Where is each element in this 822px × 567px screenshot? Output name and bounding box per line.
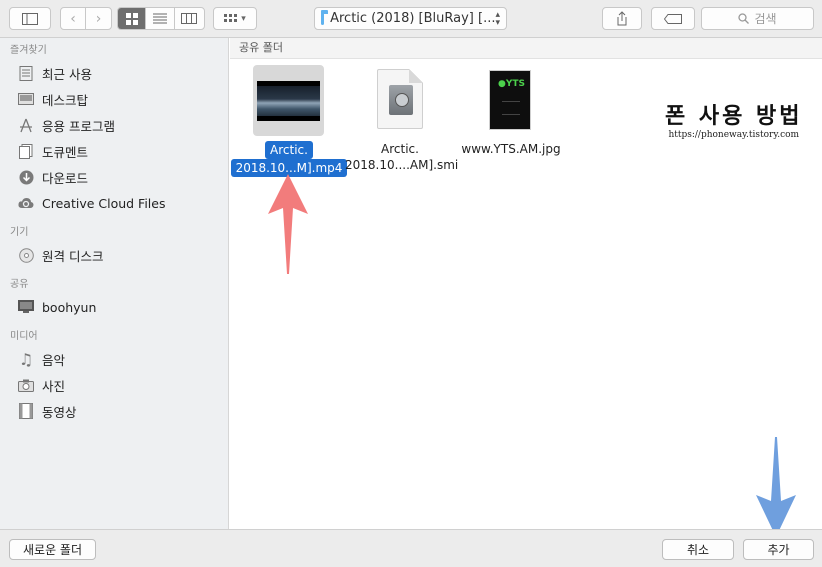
tags-button[interactable] (651, 7, 695, 30)
path-popup-button[interactable]: Arctic (2018) [BluRay] [... ▴ ▾ (314, 7, 507, 30)
path-label: Arctic (2018) [BluRay] [... (330, 11, 496, 26)
file-name-block: www.YTS.AM.jpg (456, 141, 566, 157)
document-icon (377, 69, 423, 129)
sidebar: 즐겨찾기 최근 사용 데스크탑 응용 프로그램 도큐멘트 다운로드 Creati… (0, 38, 229, 529)
creative-cloud-icon (18, 195, 34, 211)
sidebar-item-label: 데스크탑 (42, 92, 89, 108)
file-name-line1: Arctic. (265, 141, 313, 159)
nav-buttons: ‹ › (60, 7, 112, 30)
sidebar-item-documents[interactable]: 도큐멘트 (0, 138, 228, 164)
file-name-line2: 2018.10....AM].smi (345, 158, 459, 172)
movies-icon (18, 403, 34, 419)
sidebar-item-downloads[interactable]: 다운로드 (0, 164, 228, 190)
sidebar-item-recents[interactable]: 최근 사용 (0, 60, 228, 86)
bottom-bar: 새로운 폴더 취소 추가 (0, 529, 822, 567)
column-view-button[interactable] (175, 8, 204, 29)
sidebar-item-creative-cloud[interactable]: Creative Cloud Files (0, 190, 228, 216)
sidebar-heading-media: 미디어 (10, 331, 38, 342)
sidebar-item-remote-disc[interactable]: 원격 디스크 (0, 242, 228, 268)
sidebar-item-boohyun[interactable]: boohyun (0, 294, 228, 320)
downloads-icon (18, 169, 34, 185)
recents-icon (18, 65, 34, 81)
yts-logo-icon: ●YTS (498, 79, 525, 89)
sidebar-item-label: 원격 디스크 (42, 248, 104, 264)
file-item-jpg[interactable]: ●YTS www.YTS.AM.jpg (456, 38, 566, 178)
sidebar-item-music[interactable]: ♫ 음악 (0, 346, 228, 372)
video-thumbnail (257, 81, 320, 121)
toolbar: ‹ › ▾ Arctic (2018) [BluRay] [... ▴ ▾ 검색 (0, 0, 822, 38)
file-name-block: Arctic. 2018.10....AM].smi (345, 141, 459, 173)
sidebar-item-applications[interactable]: 응용 프로그램 (0, 112, 228, 138)
tag-icon (664, 13, 682, 24)
desktop-icon (18, 91, 34, 107)
file-name-line1: Arctic. (381, 142, 419, 156)
columns-icon (181, 13, 198, 24)
share-button[interactable] (602, 7, 642, 30)
image-thumbnail: ●YTS (489, 70, 531, 130)
sidebar-item-label: 다운로드 (42, 170, 89, 186)
group-grid-icon (224, 13, 238, 22)
watermark: 폰 사용 방법 https://phoneway.tistory.com (665, 98, 803, 140)
chevron-updown-icon: ▴ ▾ (495, 9, 500, 28)
sidebar-item-label: 동영상 (42, 404, 77, 420)
group-dropdown-button[interactable]: ▾ (213, 7, 257, 30)
documents-icon (18, 143, 34, 159)
sidebar-item-label: boohyun (42, 299, 97, 315)
sidebar-item-label: 최근 사용 (42, 66, 92, 82)
sidebar-item-label: 도큐멘트 (42, 144, 89, 160)
sidebar-item-movies[interactable]: 동영상 (0, 398, 228, 424)
new-folder-button[interactable]: 새로운 폴더 (9, 539, 96, 560)
back-button[interactable]: ‹ (61, 8, 87, 29)
search-field[interactable]: 검색 (701, 7, 814, 30)
computer-icon (18, 299, 34, 315)
camera-icon (18, 377, 34, 393)
add-button[interactable]: 추가 (743, 539, 814, 560)
sidebar-heading-devices: 기기 (10, 227, 29, 238)
search-icon (738, 13, 750, 24)
chevron-down-icon: ▾ (241, 13, 246, 24)
icon-view-button[interactable] (118, 8, 147, 29)
remote-disc-icon (18, 247, 34, 263)
blue-arrow-down-icon (756, 437, 796, 537)
list-icon (153, 13, 168, 24)
view-mode-segment (117, 7, 205, 30)
disk-utility-icon (389, 85, 413, 115)
chevron-right-icon: › (95, 10, 102, 27)
chevron-left-icon: ‹ (70, 10, 76, 27)
cancel-button[interactable]: 취소 (662, 539, 734, 560)
sidebar-item-label: 음악 (42, 352, 66, 368)
sidebar-icon (22, 12, 38, 25)
sidebar-item-desktop[interactable]: 데스크탑 (0, 86, 228, 112)
file-item-smi[interactable]: Arctic. 2018.10....AM].smi (345, 38, 459, 178)
music-icon: ♫ (18, 349, 34, 369)
grid-icon (125, 12, 138, 25)
file-item-mp4[interactable]: Arctic. 2018.10...M].mp4 (230, 38, 348, 178)
file-name-line1: www.YTS.AM.jpg (461, 142, 561, 156)
sidebar-item-label: 응용 프로그램 (42, 118, 115, 134)
sidebar-item-label: Creative Cloud Files (42, 195, 166, 211)
search-placeholder: 검색 (754, 12, 777, 26)
applications-icon (18, 117, 34, 133)
sidebar-item-photos[interactable]: 사진 (0, 372, 228, 398)
forward-button[interactable]: › (86, 8, 111, 29)
sidebar-heading-favorites: 즐겨찾기 (10, 45, 47, 56)
share-icon (617, 11, 627, 26)
sidebar-toggle-button[interactable] (9, 7, 51, 30)
list-view-button[interactable] (146, 8, 175, 29)
folder-icon (321, 9, 329, 25)
watermark-url: https://phoneway.tistory.com (668, 130, 800, 140)
watermark-title: 폰 사용 방법 (665, 103, 803, 129)
sidebar-item-label: 사진 (42, 378, 66, 394)
red-arrow-up-icon (268, 174, 308, 274)
sidebar-heading-shared: 공유 (10, 279, 29, 290)
